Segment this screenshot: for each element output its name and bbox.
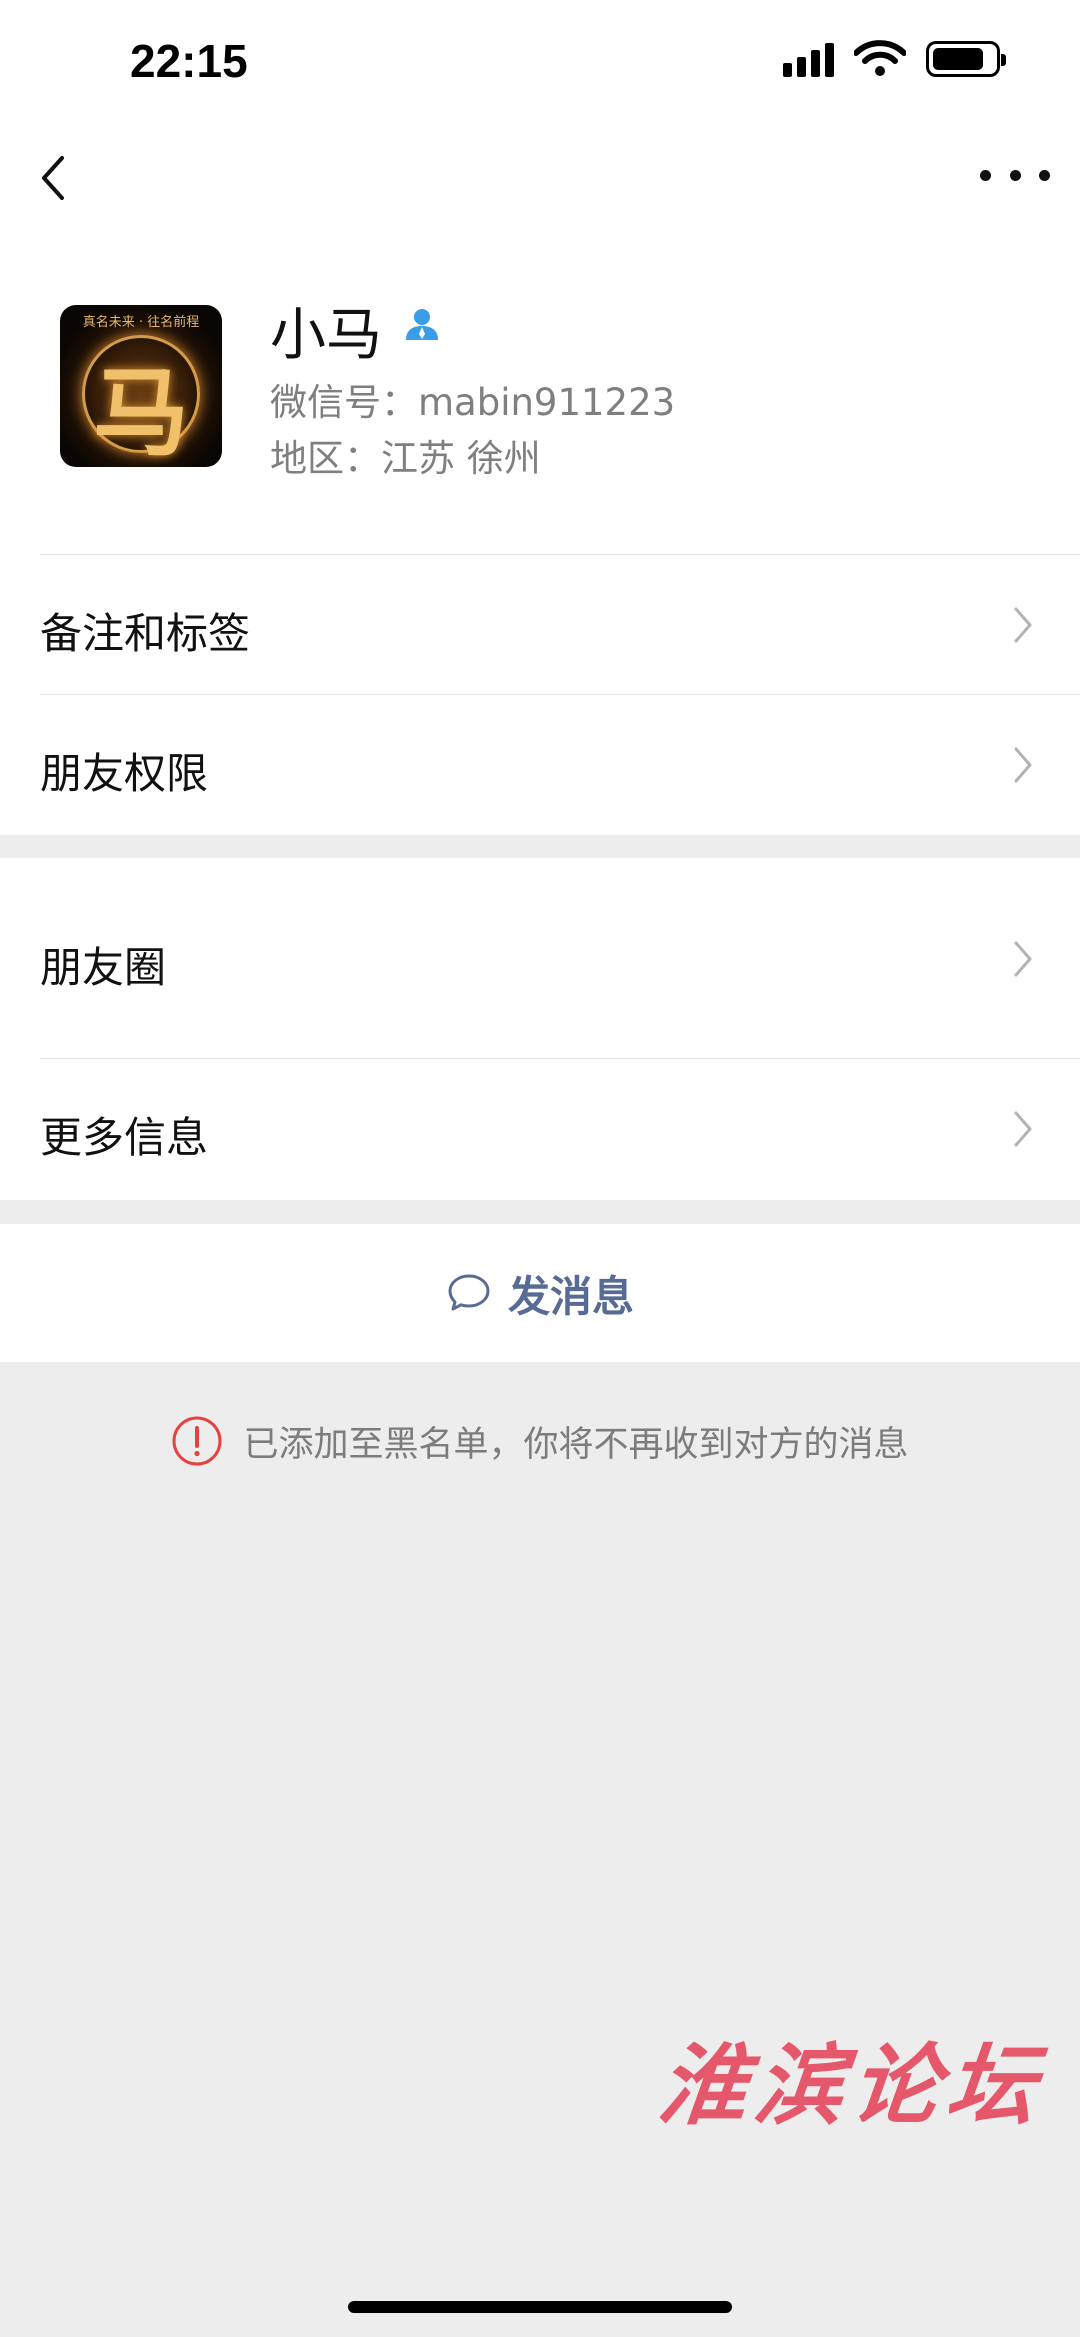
wifi-icon xyxy=(854,40,906,76)
more-options-button[interactable] xyxy=(980,150,1050,200)
nav-bar xyxy=(0,120,1080,230)
moments-row[interactable]: 朋友圈 xyxy=(0,858,1080,1059)
status-icons xyxy=(783,40,1006,78)
menu-group-info: 朋友圈 更多信息 xyxy=(0,858,1080,1200)
friend-permissions-row[interactable]: 朋友权限 xyxy=(0,695,1080,835)
forum-watermark: 淮滨论坛 xyxy=(653,2033,1049,2137)
back-arrow-icon[interactable] xyxy=(30,142,90,212)
profile-header: 真名未来 · 往名前程 马 小马 微信号：mabin911223 地区：江苏 徐… xyxy=(0,230,1080,555)
more-info-row[interactable]: 更多信息 xyxy=(0,1058,1080,1200)
chevron-right-icon xyxy=(1014,1111,1032,1147)
wechat-id: 微信号：mabin911223 xyxy=(270,381,676,424)
row-label: 朋友权限 xyxy=(40,749,209,798)
blacklist-notice: 已添加至黑名单，你将不再收到对方的消息 xyxy=(0,1415,1080,1467)
chevron-right-icon xyxy=(1014,607,1032,643)
status-time: 22:15 xyxy=(130,35,248,87)
profile-name: 小马 xyxy=(270,303,382,368)
region: 地区：江苏 徐州 xyxy=(270,437,541,480)
avatar-caption: 真名未来 · 往名前程 xyxy=(82,315,200,330)
row-label: 更多信息 xyxy=(40,1113,209,1162)
more-dot-icon xyxy=(980,169,991,181)
row-label: 朋友圈 xyxy=(40,943,167,992)
menu-group-contact: 备注和标签 朋友权限 xyxy=(0,555,1080,835)
more-dot-icon xyxy=(1009,169,1021,181)
send-message-label: 发消息 xyxy=(507,1271,634,1321)
avatar-glyph: 马 xyxy=(93,356,189,467)
chevron-right-icon xyxy=(1014,941,1032,977)
contact-person-icon xyxy=(406,309,438,340)
battery-icon xyxy=(926,41,1006,77)
row-label: 备注和标签 xyxy=(40,609,251,658)
status-bar: 22:15 xyxy=(0,0,1080,120)
chat-bubble-icon xyxy=(448,1274,490,1311)
blacklist-notice-text: 已添加至黑名单，你将不再收到对方的消息 xyxy=(243,1424,909,1465)
home-indicator[interactable] xyxy=(348,2301,732,2313)
chevron-right-icon xyxy=(1014,747,1032,783)
avatar[interactable]: 真名未来 · 往名前程 马 xyxy=(60,305,222,467)
alert-circle-icon xyxy=(172,1416,222,1466)
send-message-button[interactable]: 发消息 xyxy=(0,1224,1080,1362)
cellular-signal-icon xyxy=(783,41,834,77)
more-dot-icon xyxy=(1039,169,1050,181)
remarks-tags-row[interactable]: 备注和标签 xyxy=(0,555,1080,695)
